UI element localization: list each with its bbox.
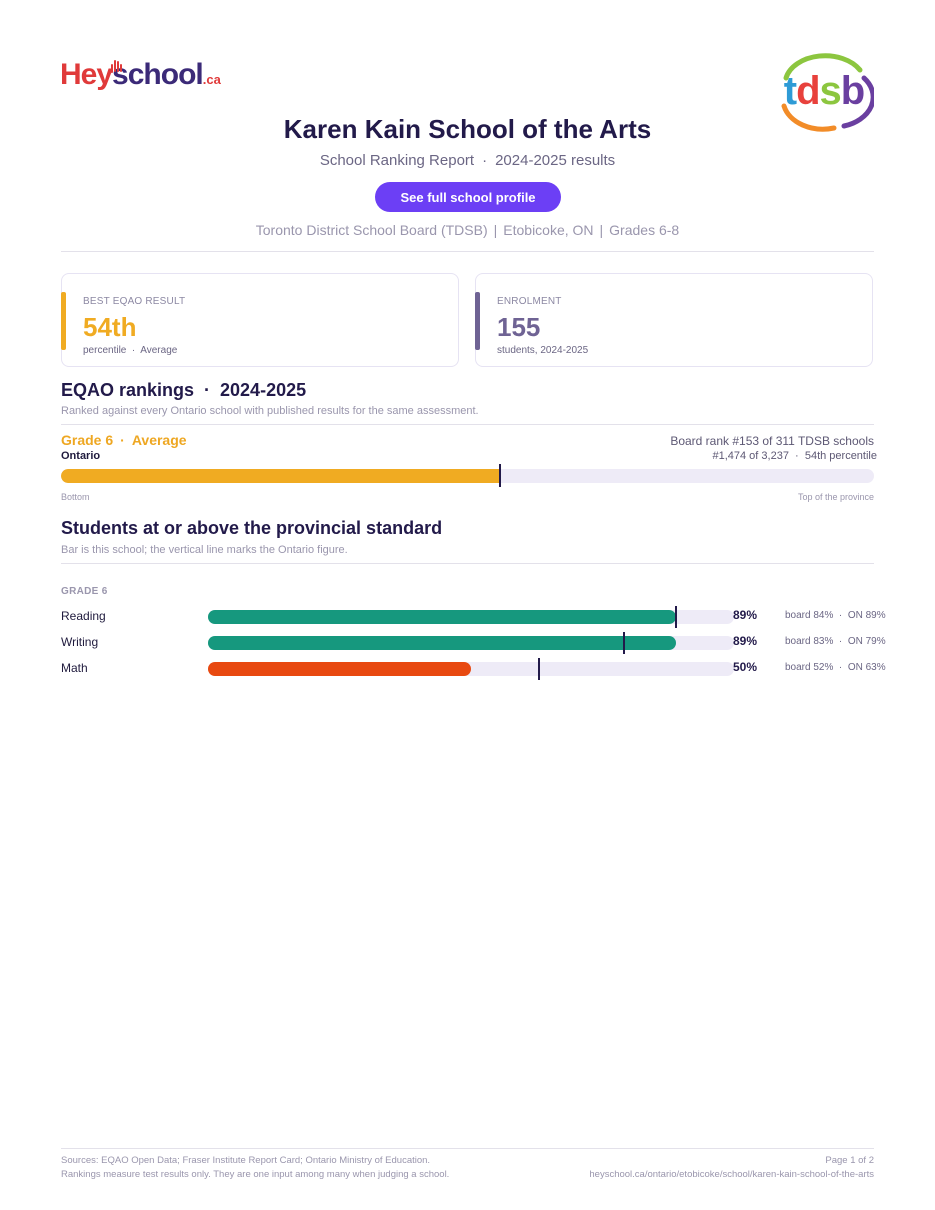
rankings-note: Ranked against every Ontario school with…	[61, 405, 479, 417]
see-full-profile-button[interactable]: See full school profile	[375, 182, 561, 212]
grade-level: Grade 6 · Average	[61, 432, 187, 448]
best-eqao-card: BEST EQAO RESULT 54th percentile · Avera…	[61, 273, 459, 367]
school-percent: 89%	[733, 608, 758, 622]
standard-track	[208, 662, 734, 676]
divider	[61, 424, 874, 425]
divider	[61, 251, 874, 252]
comparison-figures: board 84% · ON 89%	[785, 610, 886, 621]
axis-high-label: Top of the province	[797, 492, 874, 502]
board-rank: Board rank #153 of 311 TDSB schools	[670, 434, 874, 448]
footer-url[interactable]: heyschool.ca/ontario/etobicoke/school/ka…	[589, 1168, 874, 1182]
comparison-figures: board 52% · ON 63%	[785, 662, 886, 673]
percentile-fill	[61, 469, 501, 483]
grade-subheading: GRADE 6	[61, 586, 108, 597]
enrolment-card: ENROLMENT 155 students, 2024-2025	[475, 273, 873, 367]
best-eqao-value: 54th	[83, 312, 137, 342]
school-percent: 89%	[733, 634, 758, 648]
standard-track	[208, 636, 734, 650]
footer-divider	[61, 1148, 874, 1149]
school-title: Karen Kain School of the Arts	[283, 114, 652, 144]
percentile-marker	[499, 464, 502, 487]
tdsb-wordmark: tdsb	[784, 69, 864, 113]
school-meta: Toronto District School Board (TDSB) | Eto…	[255, 222, 680, 238]
ontario-marker	[538, 658, 541, 680]
ontario-marker	[675, 606, 678, 628]
standards-note: Bar is this school; the vertical line ma…	[61, 544, 348, 556]
school-bar	[208, 636, 677, 650]
subject-label: Reading	[61, 609, 106, 623]
card-accent	[61, 292, 66, 350]
divider	[61, 563, 874, 564]
axis-low-label: Bottom	[61, 492, 90, 502]
footer-page-info: Page 1 of 2 heyschool.ca/ontario/etobico…	[589, 1155, 874, 1182]
school-bar	[208, 662, 471, 676]
heyschool-logo[interactable]: Heyschool.ca	[60, 60, 221, 90]
report-subtitle: School Ranking Report · 2024-2025 results	[319, 152, 616, 169]
hand-icon	[111, 60, 122, 73]
comparison-figures: board 83% · ON 79%	[785, 636, 886, 647]
standard-track	[208, 610, 734, 624]
card-accent	[475, 292, 480, 350]
ontario-marker	[622, 632, 625, 654]
subject-label: Writing	[61, 635, 99, 649]
footer-sources: Sources: EQAO Open Data; Fraser Institut…	[61, 1155, 450, 1180]
ranking-scope: Ontario	[61, 450, 101, 462]
standards-heading: Students at or above the provincial stan…	[61, 518, 443, 538]
percentile-track	[61, 469, 874, 483]
school-bar	[208, 610, 677, 624]
province-rank: #1,474 of 3,237 · 54th percentile	[712, 450, 877, 462]
rankings-heading: EQAO rankings · 2024-2025	[61, 380, 307, 400]
enrolment-value: 155	[497, 312, 541, 342]
subject-label: Math	[61, 661, 88, 675]
school-percent: 50%	[733, 660, 758, 674]
